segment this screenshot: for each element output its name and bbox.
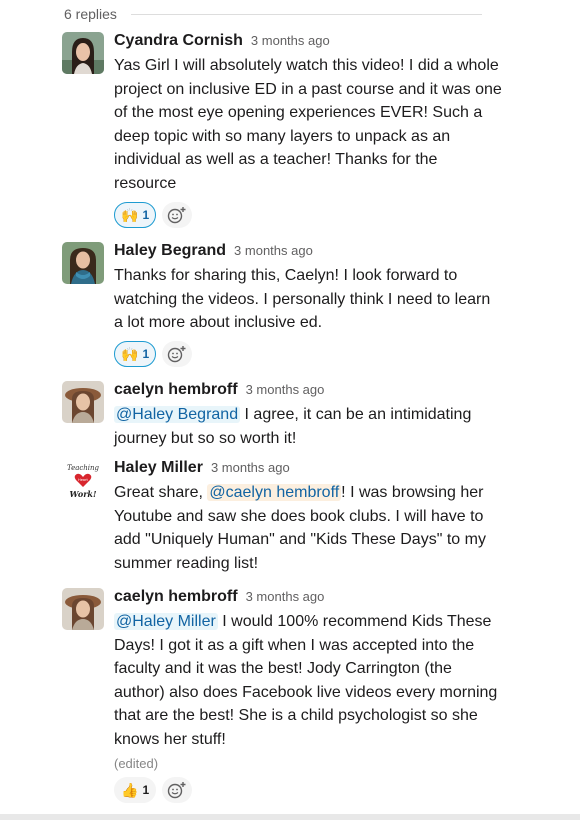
message-haley-begrand: Haley Begrand 3 months ago Thanks for sh… <box>62 242 502 367</box>
reaction-count: 1 <box>142 207 150 222</box>
reactions-bar: 👍 1 <box>114 776 502 803</box>
message-text: Great share, @caelyn hembroff! I was bro… <box>114 481 502 575</box>
add-reaction-button[interactable] <box>162 776 193 803</box>
reaction-thumbs-up[interactable]: 👍 1 <box>114 776 157 803</box>
reaction-raised-hands[interactable]: 🙌 1 <box>114 340 157 367</box>
raised-hands-emoji-icon: 🙌 <box>121 206 139 223</box>
add-reaction-button[interactable] <box>162 340 193 367</box>
message-body: I would 100% recommend Kids These Days! … <box>114 613 498 748</box>
author-name[interactable]: caelyn hembroff <box>114 588 238 606</box>
author-name[interactable]: Haley Begrand <box>114 242 226 260</box>
message-text: Yas Girl I will absolutely watch this vi… <box>114 57 502 192</box>
author-name[interactable]: caelyn hembroff <box>114 381 238 399</box>
reaction-raised-hands[interactable]: 🙌 1 <box>114 201 157 228</box>
message-haley-miller: Teaching Heart Work! Haley Miller 3 mont… <box>62 459 502 575</box>
add-reaction-icon <box>167 206 186 223</box>
add-reaction-icon <box>167 345 186 362</box>
avatar-caelyn-icon[interactable] <box>62 588 104 630</box>
message-body-start: Great share, <box>114 484 208 501</box>
reaction-count: 1 <box>142 782 150 797</box>
user-mention[interactable]: @caelyn hembroff <box>207 484 342 501</box>
author-name[interactable]: Haley Miller <box>114 459 203 477</box>
message-cyandra-cornish: Cyandra Cornish 3 months ago Yas Girl I … <box>62 32 502 228</box>
user-mention[interactable]: @Haley Miller <box>114 613 218 630</box>
avatar-caelyn-icon[interactable] <box>62 381 104 423</box>
author-name[interactable]: Cyandra Cornish <box>114 32 243 50</box>
teaching-heart-work-logo[interactable]: Teaching Heart Work! <box>62 459 104 501</box>
thumbs-up-emoji-icon: 👍 <box>121 781 139 798</box>
message-text: @Haley Begrand I agree, it can be an int… <box>114 403 502 450</box>
bottom-bar <box>0 814 580 820</box>
logo-text-heart: Heart <box>78 478 88 482</box>
logo-text-teaching: Teaching <box>67 464 100 472</box>
timestamp[interactable]: 3 months ago <box>234 243 313 258</box>
message-caelyn-hembroff-2: caelyn hembroff 3 months ago @Haley Mill… <box>62 588 502 803</box>
timestamp[interactable]: 3 months ago <box>251 33 330 48</box>
message-text: @Haley Miller I would 100% recommend Kid… <box>114 610 502 752</box>
reactions-bar: 🙌 1 <box>114 340 502 367</box>
timestamp[interactable]: 3 months ago <box>211 460 290 475</box>
reactions-bar: 🙌 1 <box>114 201 502 228</box>
edited-label: (edited) <box>114 755 159 771</box>
logo-text-work: Work! <box>70 489 97 499</box>
message-caelyn-hembroff-1: caelyn hembroff 3 months ago @Haley Begr… <box>62 381 502 450</box>
raised-hands-emoji-icon: 🙌 <box>121 345 139 362</box>
reaction-count: 1 <box>142 346 150 361</box>
timestamp[interactable]: 3 months ago <box>246 589 325 604</box>
replies-count: 6 replies <box>64 6 117 22</box>
message-text: Thanks for sharing this, Caelyn! I look … <box>114 267 491 332</box>
add-reaction-button[interactable] <box>162 201 193 228</box>
avatar-cyandra-icon[interactable] <box>62 32 104 74</box>
timestamp[interactable]: 3 months ago <box>246 382 325 397</box>
replies-header: 6 replies <box>64 4 482 24</box>
replies-divider <box>130 13 482 15</box>
user-mention[interactable]: @Haley Begrand <box>114 406 241 423</box>
avatar-haley-begrand-icon[interactable] <box>62 242 104 284</box>
add-reaction-icon <box>167 781 186 798</box>
